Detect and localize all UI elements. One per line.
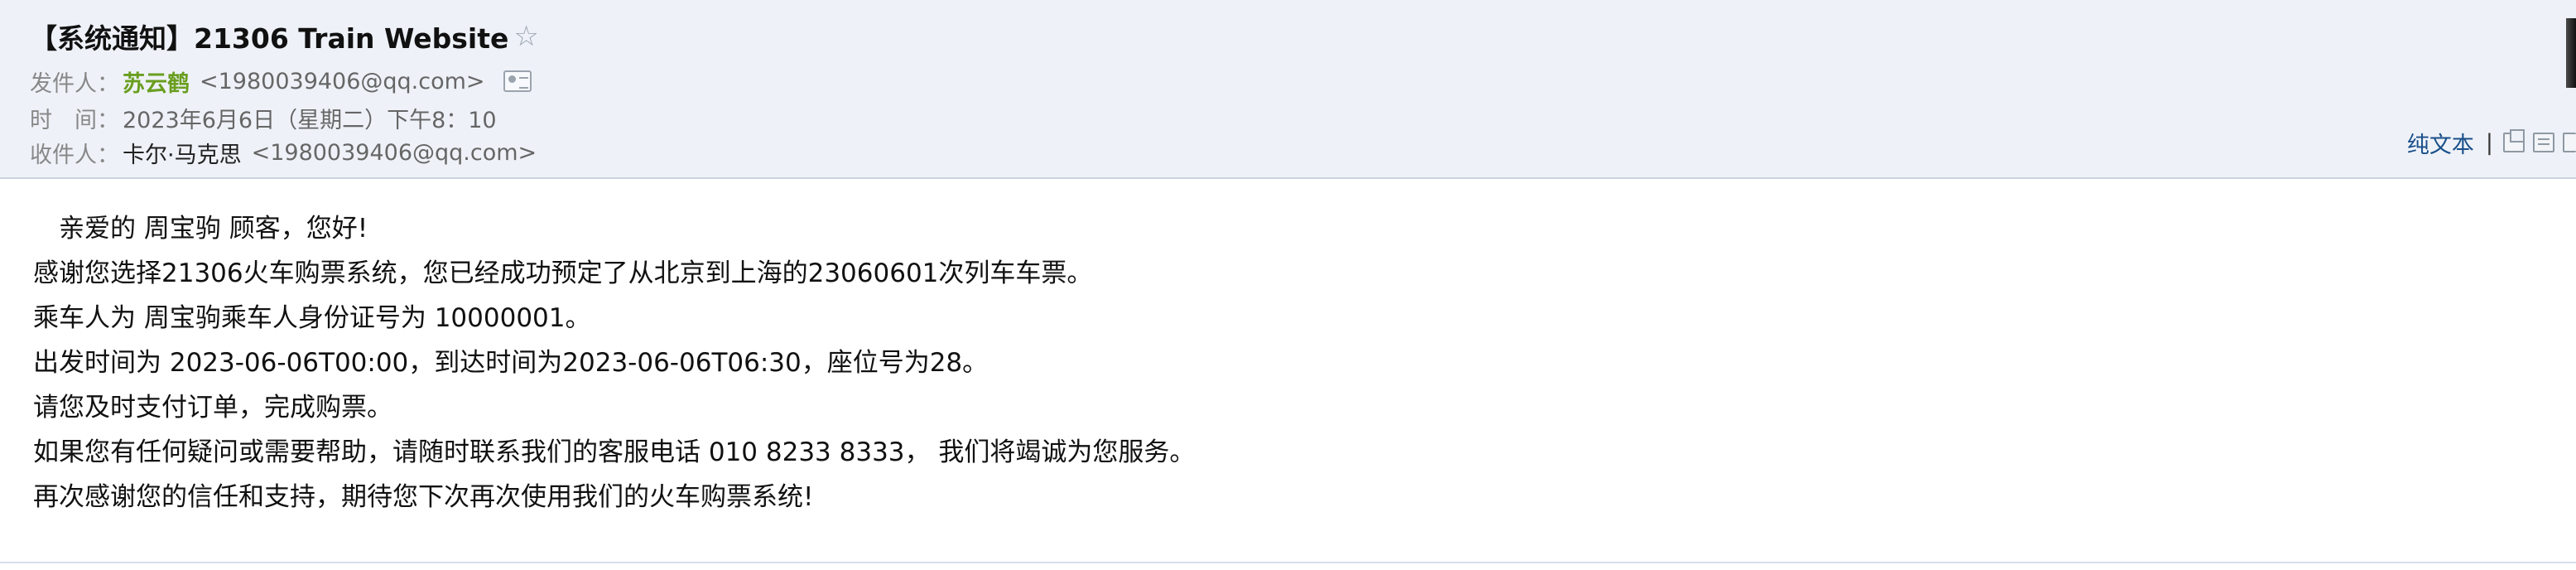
time-value: 2023年6月6日（星期二）下午8：10 bbox=[123, 107, 497, 133]
body-line-payment: 请您及时支付订单，完成购票。 bbox=[33, 393, 392, 423]
sender-address: <1980039406@qq.com> bbox=[200, 68, 485, 94]
body-line-greeting: 亲爱的 周宝驹 顾客，您好! bbox=[33, 214, 368, 244]
time-label: 时 间： bbox=[30, 107, 119, 133]
subject-row: 【系统通知】21306 Train Website ☆ bbox=[30, 18, 539, 55]
body-line-booking: 感谢您选择21306火车购票系统，您已经成功预定了从北京到上海的23060601… bbox=[33, 258, 1093, 288]
mail-toolbar: 纯文本 | bbox=[2407, 126, 2576, 159]
sender-label: 发件人： bbox=[30, 70, 119, 97]
star-icon[interactable]: ☆ bbox=[513, 22, 538, 51]
contact-card-icon[interactable] bbox=[503, 70, 532, 92]
plain-text-link[interactable]: 纯文本 bbox=[2407, 127, 2474, 159]
download-icon[interactable] bbox=[2563, 133, 2576, 152]
toolbar-divider: | bbox=[2485, 129, 2493, 156]
email-subject: 【系统通知】21306 Train Website bbox=[30, 22, 509, 55]
recipient-name[interactable]: 卡尔·马克思 bbox=[123, 137, 242, 169]
attachment-thumbnail[interactable] bbox=[2566, 18, 2576, 88]
mail-header: 【系统通知】21306 Train Website ☆ 发件人： 苏云鹤 <19… bbox=[0, 0, 2576, 179]
bottom-divider bbox=[0, 562, 2576, 563]
mail-body: 亲爱的 周宝驹 顾客，您好! 感谢您选择21306火车购票系统，您已经成功预定了… bbox=[0, 181, 2576, 562]
body-line-schedule: 出发时间为 2023-06-06T00:00，到达时间为2023-06-06T0… bbox=[33, 348, 989, 378]
body-line-support: 如果您有任何疑问或需要帮助，请随时联系我们的客服电话 010 8233 8333… bbox=[33, 437, 1196, 467]
recipient-row: 收件人： 卡尔·马克思 <1980039406@qq.com> bbox=[30, 137, 537, 169]
body-line-thanks: 再次感谢您的信任和支持，期待您下次再次使用我们的火车购票系统! bbox=[33, 482, 814, 512]
recipient-label: 收件人： bbox=[30, 142, 119, 168]
sender-row: 发件人： 苏云鹤 <1980039406@qq.com> bbox=[30, 65, 532, 98]
time-row: 时 间： 2023年6月6日（星期二）下午8：10 bbox=[30, 103, 497, 133]
print-icon[interactable] bbox=[2533, 133, 2554, 152]
recipient-address: <1980039406@qq.com> bbox=[251, 139, 537, 166]
sender-name[interactable]: 苏云鹤 bbox=[123, 65, 190, 98]
new-window-icon[interactable] bbox=[2503, 129, 2525, 152]
body-line-passenger: 乘车人为 周宝驹乘车人身份证号为 10000001。 bbox=[33, 303, 591, 333]
